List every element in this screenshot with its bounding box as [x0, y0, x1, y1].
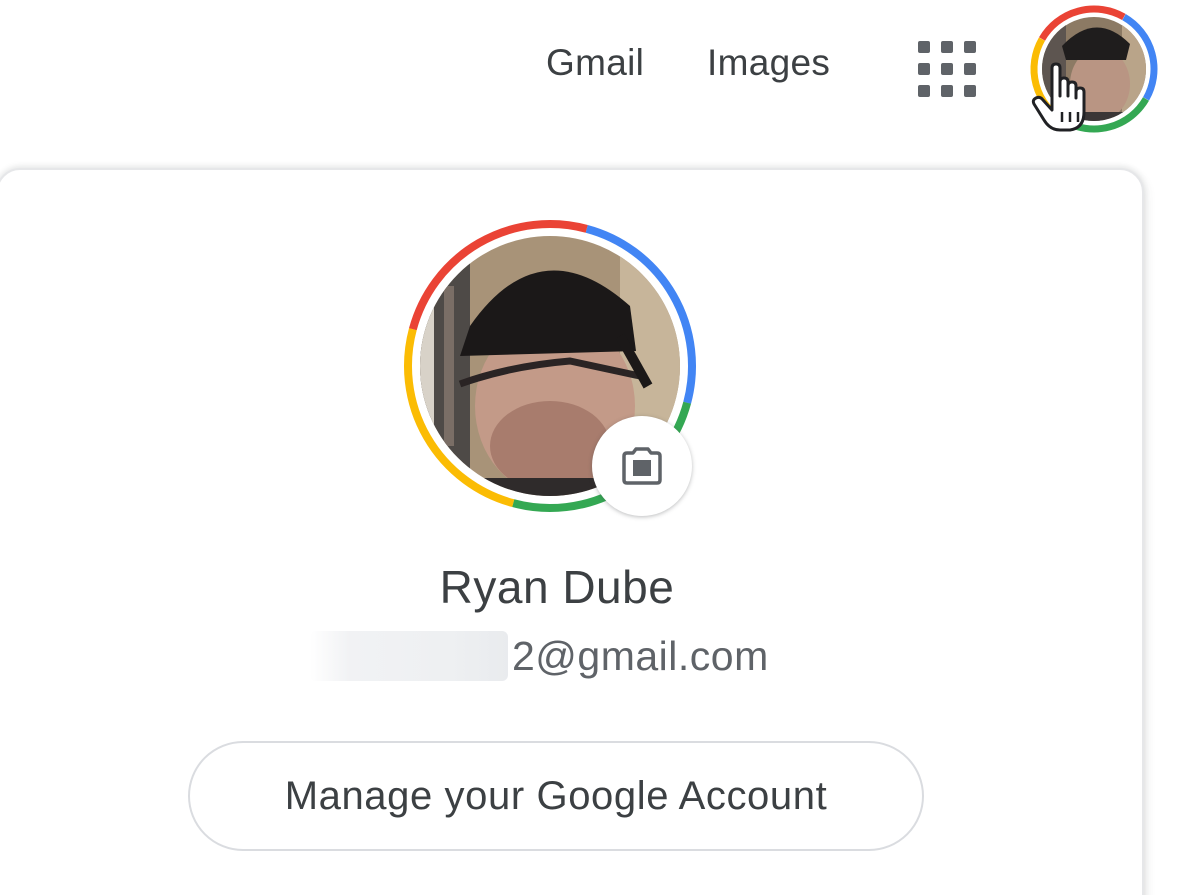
google-homepage: Gmail Images Ryan Dube 2@gmail.com Manag…: [0, 0, 1200, 895]
apps-grid-icon: [918, 41, 976, 97]
email-redaction-blur: [310, 631, 508, 681]
camera-icon: [622, 447, 662, 485]
top-bar: Gmail Images: [0, 0, 1200, 150]
manage-google-account-button[interactable]: Manage your Google Account: [188, 741, 924, 851]
change-photo-button[interactable]: [592, 416, 692, 516]
account-name: Ryan Dube: [439, 561, 675, 613]
images-link[interactable]: Images: [707, 42, 830, 84]
account-avatar-icon: [1030, 5, 1158, 133]
google-apps-button[interactable]: [905, 32, 989, 106]
account-avatar-button[interactable]: [1026, 2, 1162, 136]
gmail-link[interactable]: Gmail: [546, 42, 644, 84]
email-visible-part: 2@gmail.com: [512, 632, 769, 679]
account-email: 2@gmail.com: [310, 626, 769, 686]
